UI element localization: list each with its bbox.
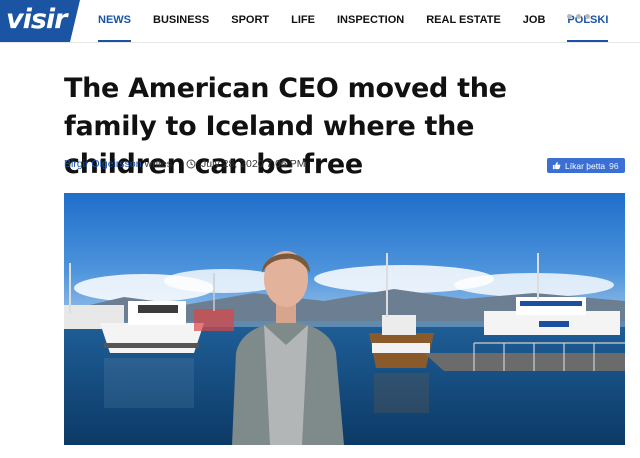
harbor-photo [64,193,625,445]
nav-item-life[interactable]: LIFE [291,0,315,42]
top-navigation-bar: visir NEWS BUSINESS SPORT LIFE INSPECTIO… [0,0,640,43]
nav-item-real-estate[interactable]: REAL ESTATE [426,0,501,42]
nav-item-inspection[interactable]: INSPECTION [337,0,404,42]
clock-icon [186,159,196,169]
like-label: Líkar þetta [565,160,606,171]
article-photo [64,193,625,445]
nav-item-sport[interactable]: SPORT [231,0,269,42]
publish-date: July 28, 2020 7:05 PM [201,158,306,170]
like-count: 96 [609,160,619,171]
author-link[interactable]: Birgir Olgeirsson [64,158,142,170]
visir-logo[interactable]: visir [0,0,80,42]
logo-text: visir [6,4,67,35]
writes-label: writes [144,158,173,170]
article-byline: Birgir Olgeirsson writes July 28, 2020 7… [64,158,306,170]
main-nav: NEWS BUSINESS SPORT LIFE INSPECTION REAL… [98,0,630,42]
nav-item-news[interactable]: NEWS [98,0,131,42]
dot [585,14,590,19]
thumbs-up-icon [552,161,561,170]
nav-item-business[interactable]: BUSINESS [153,0,209,42]
dot [567,14,572,19]
more-dots-icon[interactable] [567,14,590,19]
dot [576,14,581,19]
facebook-like-button[interactable]: Líkar þetta 96 [547,158,625,173]
nav-item-job[interactable]: JOB [523,0,546,42]
nav-item-polski[interactable]: POLSKI [567,0,608,42]
